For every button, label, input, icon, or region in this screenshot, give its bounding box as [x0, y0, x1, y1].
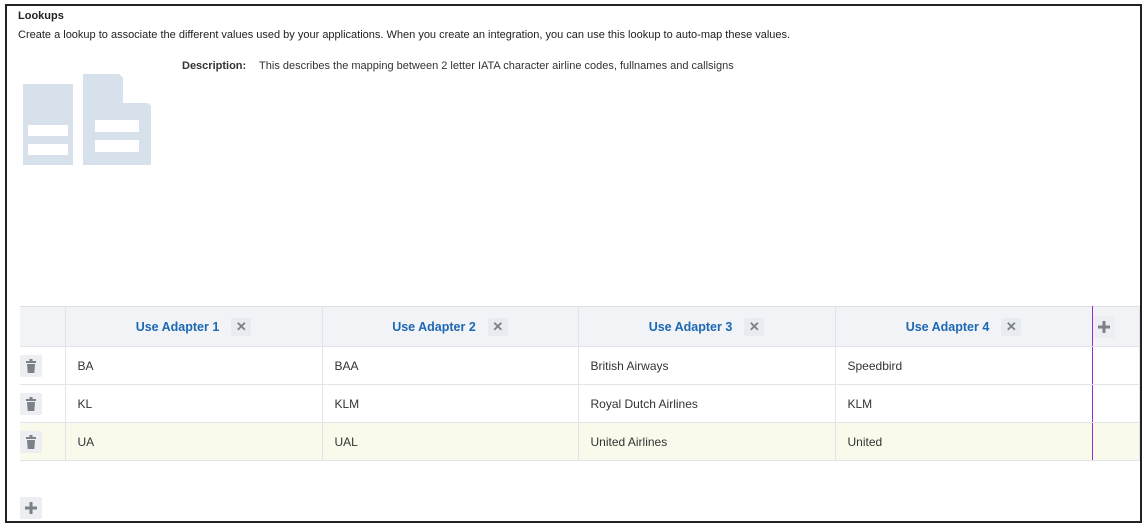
delete-row-button[interactable] [20, 392, 42, 415]
table-cell[interactable]: BAA [322, 346, 579, 385]
table-cell[interactable]: UA [65, 422, 323, 461]
table-cell[interactable]: KLM [322, 384, 579, 423]
column-header-2: Use Adapter 2 ✕ [322, 306, 579, 347]
column-header-1: Use Adapter 1 ✕ [65, 306, 323, 347]
document-icon [21, 72, 151, 167]
column-header-label[interactable]: Use Adapter 1 [136, 320, 220, 334]
table-cell[interactable]: United Airlines [578, 422, 836, 461]
add-row-button[interactable] [20, 497, 42, 519]
table-cell[interactable]: British Airways [578, 346, 836, 385]
delete-row-button[interactable] [20, 354, 42, 377]
trash-icon [26, 358, 36, 373]
plus-icon [1097, 320, 1110, 333]
column-header-4: Use Adapter 4 ✕ [835, 306, 1093, 347]
table-cell[interactable]: KLM [835, 384, 1093, 423]
trash-icon [26, 434, 36, 449]
table-cell[interactable]: Speedbird [835, 346, 1093, 385]
lookup-page: Lookups Create a lookup to associate the… [5, 4, 1142, 523]
page-description: Create a lookup to associate the differe… [18, 29, 791, 41]
table-row: KL KLM Royal Dutch Airlines KLM [20, 384, 1140, 423]
close-icon[interactable]: ✕ [744, 317, 765, 336]
close-icon[interactable]: ✕ [231, 317, 252, 336]
lookup-table: Use Adapter 1 ✕ Use Adapter 2 ✕ Use Adap… [20, 306, 1140, 461]
table-cell[interactable]: BA [65, 346, 323, 385]
row-spacer [1092, 346, 1140, 385]
delete-row-button[interactable] [20, 430, 42, 453]
column-header-label[interactable]: Use Adapter 2 [392, 320, 476, 334]
page-title: Lookups [18, 10, 64, 22]
plus-icon [25, 502, 37, 514]
close-icon[interactable]: ✕ [487, 317, 508, 336]
header-spacer [20, 306, 66, 347]
table-header-row: Use Adapter 1 ✕ Use Adapter 2 ✕ Use Adap… [20, 306, 1140, 347]
row-spacer [1092, 384, 1140, 423]
column-header-3: Use Adapter 3 ✕ [578, 306, 836, 347]
row-spacer [1092, 422, 1140, 461]
table-row: BA BAA British Airways Speedbird [20, 346, 1140, 385]
table-cell[interactable]: UAL [322, 422, 579, 461]
description-row: Description: This describes the mapping … [182, 60, 734, 72]
description-label: Description: [182, 60, 247, 72]
table-row-selected: UA UAL United Airlines United [20, 422, 1140, 461]
column-header-label[interactable]: Use Adapter 3 [649, 320, 733, 334]
description-value: This describes the mapping between 2 let… [259, 60, 734, 72]
table-cell[interactable]: United [835, 422, 1093, 461]
column-header-label[interactable]: Use Adapter 4 [906, 320, 990, 334]
add-column-button[interactable] [1092, 315, 1115, 338]
table-cell[interactable]: KL [65, 384, 323, 423]
trash-icon [26, 396, 36, 411]
table-cell[interactable]: Royal Dutch Airlines [578, 384, 836, 423]
add-column-cell [1092, 306, 1140, 347]
close-icon[interactable]: ✕ [1001, 317, 1022, 336]
